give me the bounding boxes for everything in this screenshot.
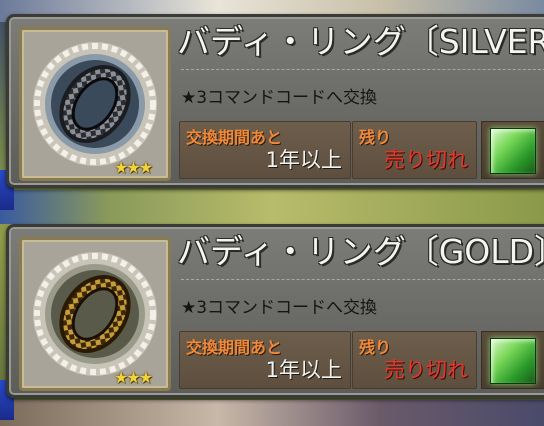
- shop-screen: ★★★ バディ・リング〔SILVER〕 ★3コマンドコードへ交換 交換期間あと …: [0, 0, 544, 426]
- item-thumbnail: ★★★: [19, 27, 171, 181]
- divider: [181, 279, 544, 280]
- background-bottom: [0, 400, 544, 426]
- shop-item-card-gold[interactable]: ★★★ バディ・リング〔GOLD〕 ★3コマンドコードへ交換 交換期間あと 1年…: [6, 224, 544, 398]
- background-middle: [0, 190, 544, 224]
- exchange-period-value: 1年以上: [265, 358, 342, 382]
- divider: [181, 69, 544, 70]
- shop-item-card-silver[interactable]: ★★★ バディ・リング〔SILVER〕 ★3コマンドコードへ交換 交換期間あと …: [6, 14, 544, 188]
- ring-icon: [33, 42, 157, 166]
- remaining-value: 売り切れ: [384, 148, 468, 172]
- item-title: バディ・リング〔SILVER〕: [177, 22, 544, 61]
- green-cube-icon: [490, 128, 536, 174]
- remaining-box: 残り 売り切れ: [352, 331, 477, 389]
- rarity-stars: ★★★: [114, 368, 153, 387]
- exchange-period-box: 交換期間あと 1年以上: [179, 121, 351, 179]
- ring-icon: [33, 252, 157, 376]
- remaining-box: 残り 売り切れ: [352, 121, 477, 179]
- green-cube-icon: [490, 338, 536, 384]
- item-title: バディ・リング〔GOLD〕: [177, 232, 544, 271]
- currency-slot: [481, 331, 544, 389]
- item-description: ★3コマンドコードへ交換: [181, 298, 378, 318]
- currency-slot: [481, 121, 544, 179]
- rarity-stars: ★★★: [114, 158, 153, 177]
- item-description: ★3コマンドコードへ交換: [181, 88, 378, 108]
- item-thumbnail: ★★★: [19, 237, 171, 391]
- exchange-period-box: 交換期間あと 1年以上: [179, 331, 351, 389]
- exchange-period-value: 1年以上: [265, 148, 342, 172]
- remaining-value: 売り切れ: [384, 358, 468, 382]
